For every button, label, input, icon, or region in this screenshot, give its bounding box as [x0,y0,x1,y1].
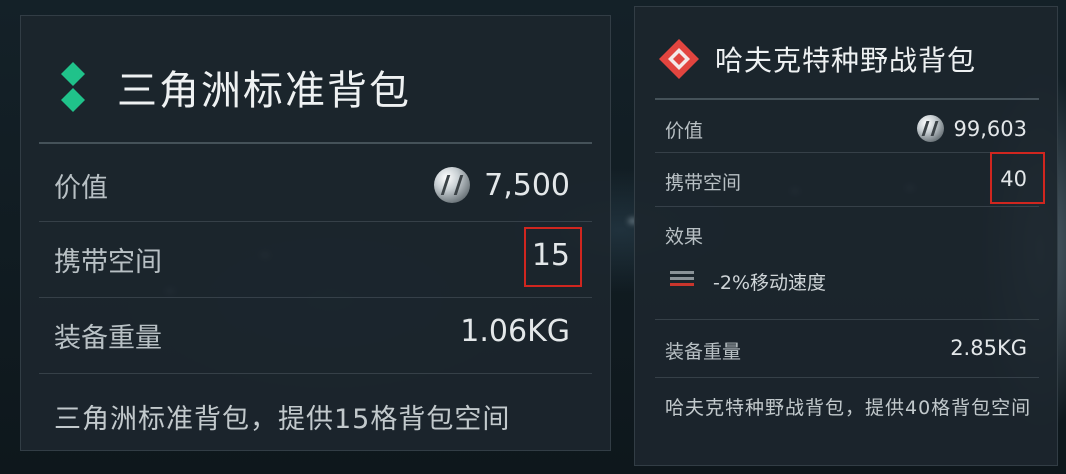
divider [655,98,1039,100]
item-description: 哈夫克特种野战背包，提供40格背包空间 [665,397,1032,419]
effect-text: -2%移动速度 [713,272,826,294]
weight-label: 装备重量 [665,341,742,363]
value-label: 价值 [54,173,108,204]
value-field: 99,603 [916,115,1027,142]
coin-icon [916,115,944,142]
weight-value: 2.85KG [950,336,1027,360]
divider [655,206,1039,207]
green-diamonds-icon [61,62,85,112]
value-amount: 7,500 [484,167,570,203]
capacity-highlight-box [990,152,1045,204]
capacity-label: 携带空间 [54,247,162,278]
divider [655,377,1039,378]
weight-label: 装备重量 [54,323,162,354]
item-tooltip-standard-backpack: 三角洲标准背包 价值 7,500 携带空间 15 装备重量 1.06KG 三角洲… [20,15,611,451]
divider [39,221,592,222]
divider [39,297,592,298]
debuff-icon [670,271,694,293]
divider [39,373,592,374]
coin-icon [434,167,471,203]
value-label: 价值 [665,120,704,142]
value-amount: 99,603 [953,116,1027,141]
item-description: 三角洲标准背包，提供15格背包空间 [54,404,511,435]
item-title: 三角洲标准背包 [117,68,411,114]
value-field: 7,500 [434,167,570,203]
capacity-label: 携带空间 [665,172,742,194]
divider [655,319,1039,320]
capacity-highlight-box [524,227,582,287]
divider [39,142,592,144]
effect-label: 效果 [665,226,704,248]
red-diamond-icon [659,39,699,79]
item-tooltip-field-backpack: 哈夫克特种野战背包 价值 99,603 携带空间 40 效果 -2%移动速度 装… [634,6,1058,466]
item-title: 哈夫克特种野战背包 [715,44,977,77]
divider [655,152,1039,153]
weight-value: 1.06KG [460,314,570,349]
item-header: 三角洲标准背包 [59,58,411,116]
item-header: 哈夫克特种野战背包 [657,37,976,81]
